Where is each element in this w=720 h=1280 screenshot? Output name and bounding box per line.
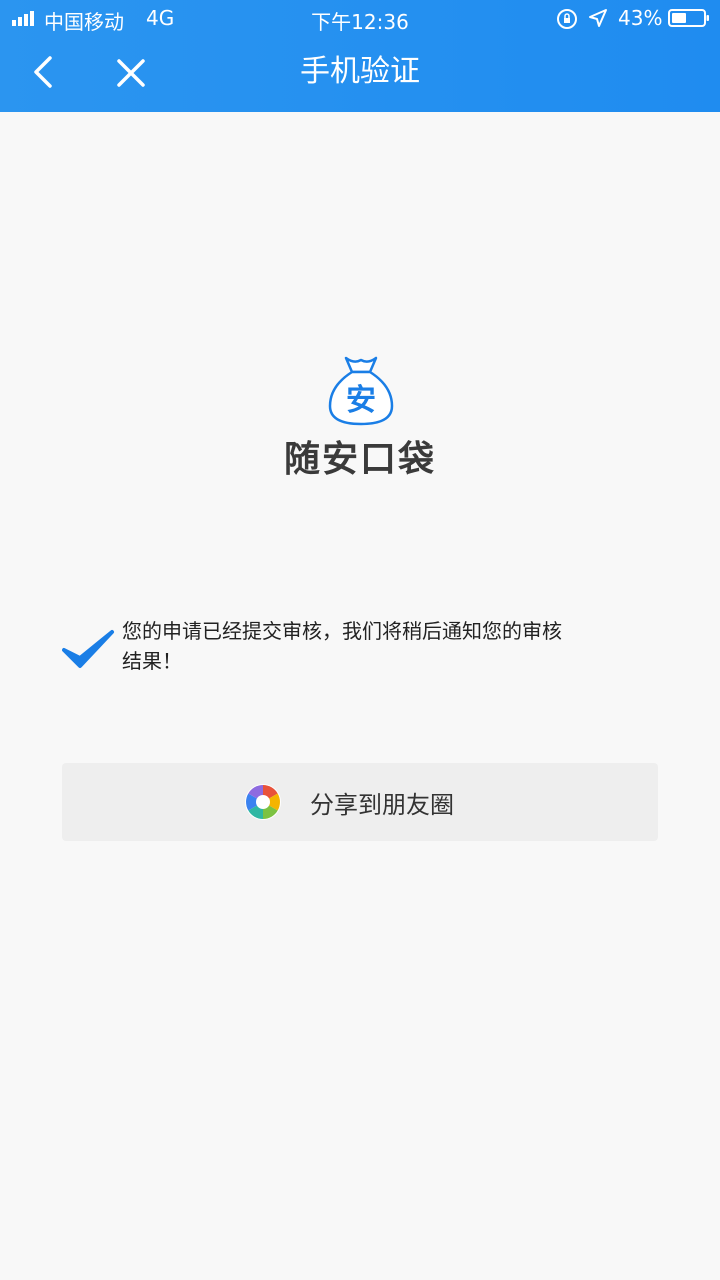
clock: 下午12:36: [311, 10, 409, 34]
page-title: 手机验证: [300, 54, 420, 89]
check-icon: [62, 630, 114, 668]
location-icon: [589, 9, 607, 27]
status-message: 您的申请已经提交审核，我们将稍后通知您的审核结果！: [122, 619, 562, 673]
battery-percent: 43%: [618, 6, 663, 30]
status-bar: 中国移动 4G 下午12:36 43%: [0, 0, 720, 36]
app-header: 中国移动 4G 下午12:36 43% 手机验证: [0, 0, 720, 112]
money-bag-logo-icon: 安: [328, 356, 394, 426]
brand-name: 随安口袋: [283, 439, 436, 480]
battery-icon: [668, 9, 709, 27]
logo-char: 安: [346, 383, 376, 418]
share-label: 分享到朋友圈: [310, 791, 454, 819]
moments-icon: [245, 784, 281, 820]
share-moments-button[interactable]: 分享到朋友圈: [62, 763, 658, 841]
rotation-lock-icon: [557, 9, 577, 29]
